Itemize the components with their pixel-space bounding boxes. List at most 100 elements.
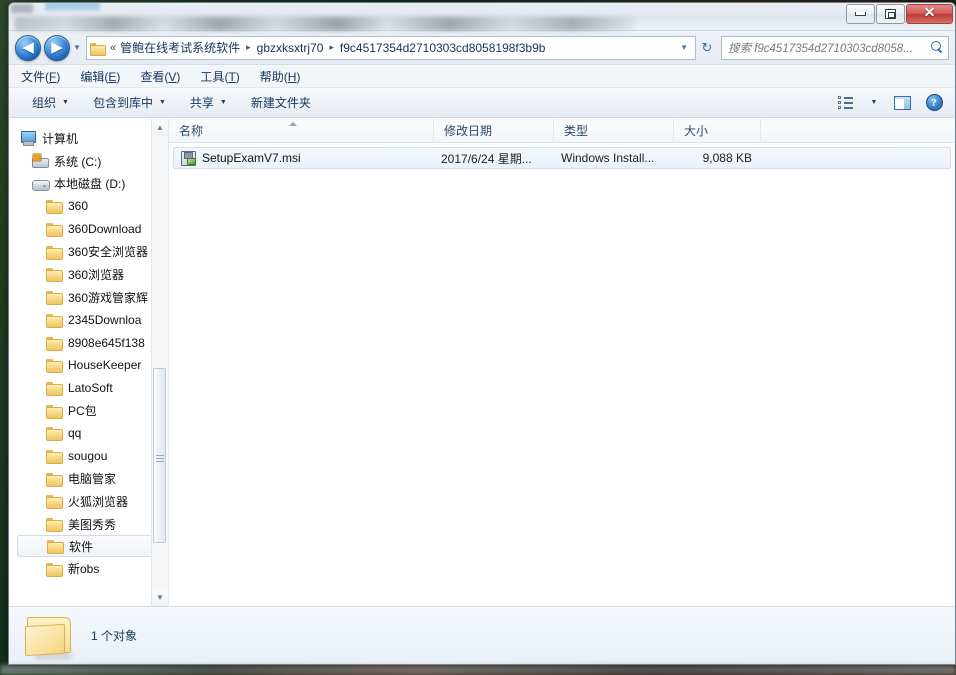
nav-item-label: 360游戏管家辉 [68,290,149,305]
menu-tools-key: T [228,69,236,84]
column-header-date[interactable]: 修改日期 [434,118,554,143]
organize-button[interactable]: 组织 ▼ [23,90,78,115]
table-row[interactable]: SetupExamV7.msi 2017/6/24 星期... Windows In… [173,147,951,169]
breadcrumb-separator-icon[interactable]: ▸ [242,42,255,53]
file-name-label: SetupExamV7.msi [202,151,301,165]
desktop-taskbar-blurred [0,665,956,675]
folder-icon [45,312,63,328]
help-button[interactable]: ? [919,92,949,114]
menu-edit[interactable]: 编辑(E) [80,66,130,87]
window-controls: ✕ [845,4,953,24]
folder-large-icon [23,613,77,659]
breadcrumb-overflow-icon[interactable]: « [108,42,118,54]
new-folder-label: 新建文件夹 [250,96,311,110]
folder-icon [45,198,63,215]
preview-pane-button[interactable] [887,92,917,114]
folder-icon [45,221,63,238]
nav-item-8[interactable]: 2345Downloa [9,309,168,332]
nav-item-11[interactable]: LatoSoft [9,377,168,400]
window-title-blurred [15,17,635,31]
address-dropdown-icon[interactable]: ▼ [675,43,693,52]
column-header-size[interactable]: 大小 [674,118,761,143]
forward-button[interactable]: ▶ [44,34,70,61]
menu-file-key: F [49,69,57,84]
breadcrumb-item-2[interactable]: f9c4517354d2710303cd8058198f3b9b [338,41,548,55]
nav-item-1[interactable]: 系统 (C:) [9,150,168,173]
forward-arrow-icon: ▶ [51,39,63,56]
nav-item-3[interactable]: 360 [9,195,168,218]
minimize-button[interactable] [846,4,875,24]
menu-file[interactable]: 文件(F) [21,66,70,87]
nav-item-4[interactable]: 360Download [9,218,168,241]
column-header-type[interactable]: 类型 [554,118,674,143]
address-bar-row: ◀ ▶ ▼ « 管鲍在线考试系统软件 ▸ gbzxksxtrj70 ▸ f9c4… [9,31,955,65]
menu-file-label: 文件 [21,69,46,84]
cell-type: Windows Install... [561,151,655,165]
drive-icon [31,176,50,192]
explorer-body: 计算机 系统 (C:) 本地磁盘 (D:) 360 360Download 360安全浏览… [9,118,955,606]
nav-item-9[interactable]: 8908e645f138 [9,331,168,354]
folder-icon [45,244,63,260]
search-box[interactable]: 搜索 f9c4517354d2710303cd8058... [721,35,949,60]
cell-size: 9,088 KB [702,151,752,165]
nav-item-label: 8908e645f138 [68,335,145,350]
navigation-scrollbar[interactable]: ▲ ▼ [151,119,168,606]
nav-item-16[interactable]: 火狐浏览器 [9,490,168,513]
nav-item-18[interactable]: 软件 [17,535,158,558]
views-button[interactable] [831,92,861,114]
close-button[interactable]: ✕ [906,4,953,24]
scroll-up-button[interactable]: ▲ [152,119,168,136]
column-header-name[interactable]: 名称 [169,118,434,143]
refresh-button[interactable]: ↻ [696,36,718,60]
item-count-label: 1 个对象 [91,629,138,643]
breadcrumb-separator-icon[interactable]: ▸ [325,42,338,53]
menu-help[interactable]: 帮助(H) [260,66,311,87]
maximize-restore-button[interactable] [876,4,905,24]
nav-item-15[interactable]: 电脑管家 [9,467,168,490]
back-button[interactable]: ◀ [15,34,41,61]
include-in-library-button[interactable]: 包含到库中 ▼ [84,90,175,115]
folder-icon [45,516,63,533]
nav-item-0[interactable]: 计算机 [9,127,168,150]
minimize-icon [855,12,866,16]
nav-item-12[interactable]: PC包 [9,399,168,422]
nav-item-label: sougou [68,448,108,463]
explorer-window: ✕ ◀ ▶ ▼ « 管鲍在线考试系统软件 ▸ gbzxksxtrj70 ▸ f9… [8,2,956,665]
nav-item-2[interactable]: 本地磁盘 (D:) [9,172,168,195]
back-arrow-icon: ◀ [22,39,34,56]
nav-item-13[interactable]: qq [9,422,168,445]
nav-item-14[interactable]: sougou [9,445,168,468]
breadcrumb-item-0[interactable]: 管鲍在线考试系统软件 [118,39,242,56]
search-icon [931,41,944,54]
share-button[interactable]: 共享 ▼ [181,90,236,115]
close-icon: ✕ [923,6,936,21]
folder-icon [45,380,63,396]
nav-item-10[interactable]: HouseKeeper [9,354,168,377]
computer-icon [19,130,37,147]
menu-view[interactable]: 查看(V) [140,66,190,87]
folder-icon [90,42,106,56]
address-bar[interactable]: « 管鲍在线考试系统软件 ▸ gbzxksxtrj70 ▸ f9c4517354… [86,35,696,60]
column-header-filler [761,119,955,143]
chevron-down-icon: ▼ [158,99,166,106]
recent-locations-button[interactable]: ▼ [70,37,84,59]
chevron-down-icon: ▼ [62,99,69,106]
nav-item-19[interactable]: 新obs [9,557,168,580]
breadcrumb-item-1[interactable]: gbzxksxtrj70 [255,41,326,55]
nav-item-5[interactable]: 360安全浏览器 [9,240,168,263]
views-dropdown-button[interactable]: ▼ [863,92,885,114]
menu-edit-label: 编辑 [80,69,105,84]
menu-edit-key: E [108,69,117,84]
title-bar: ✕ [9,3,955,31]
share-label: 共享 [189,96,214,110]
search-input[interactable]: 搜索 f9c4517354d2710303cd8058... [728,40,931,56]
scroll-down-button[interactable]: ▼ [152,589,168,606]
nav-item-7[interactable]: 360游戏管家辉 [9,286,168,309]
menu-tools[interactable]: 工具(T) [200,66,249,87]
chevron-down-icon: ▼ [870,99,878,106]
nav-item-6[interactable]: 360浏览器 [9,263,168,286]
scrollbar-thumb[interactable] [153,368,166,543]
new-folder-button[interactable]: 新建文件夹 [242,90,320,115]
nav-item-17[interactable]: 美图秀秀 [9,513,168,536]
folder-icon [45,335,63,351]
